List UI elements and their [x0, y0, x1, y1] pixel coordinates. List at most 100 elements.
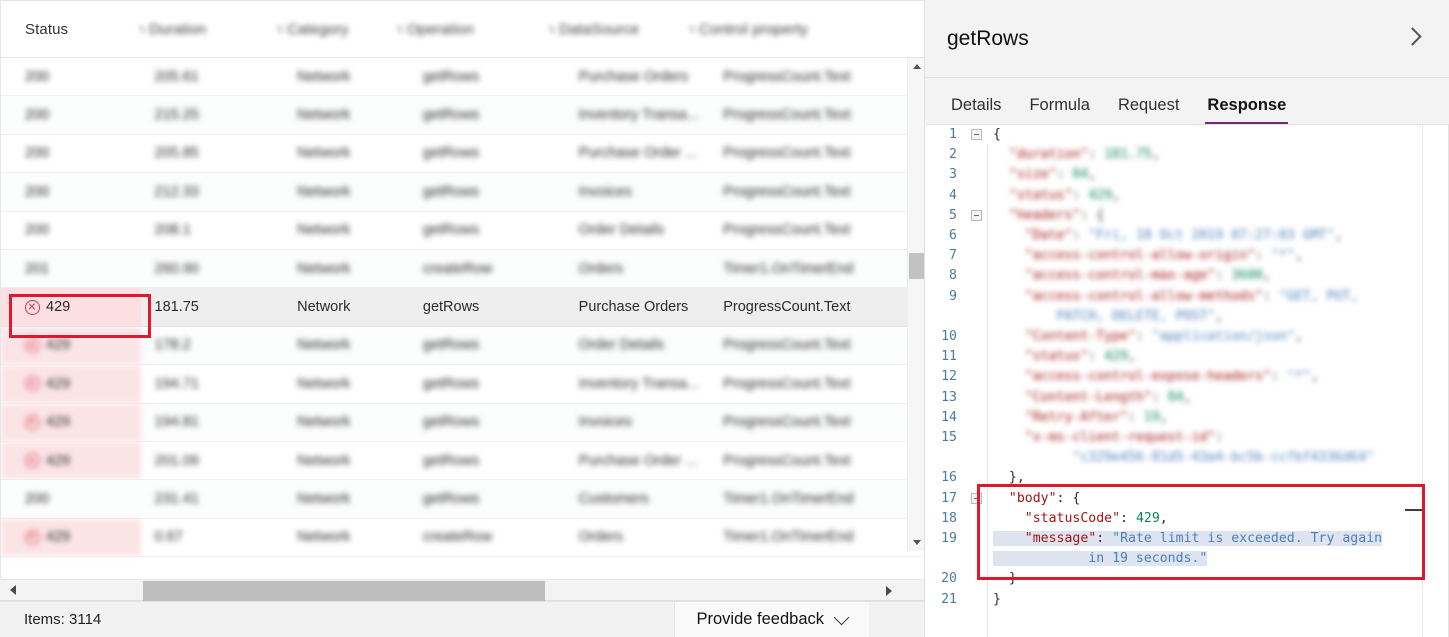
cell-status: 429: [1, 441, 142, 480]
table-body[interactable]: 200 205.61 Network getRows Purchase Orders Pr…: [1, 58, 924, 579]
token-num: 19: [1143, 409, 1160, 425]
table-row[interactable]: 200 212.33 Network getRows Invoices ProgressC…: [1, 173, 924, 212]
token-str: "application/json": [1151, 329, 1295, 345]
token-k: "body": [1008, 490, 1057, 506]
cell-datasource: Inventory Transa...: [578, 107, 699, 124]
fold-toggle-icon[interactable]: [965, 206, 987, 221]
collapse-box-icon[interactable]: [970, 209, 982, 221]
table-row[interactable]: 200 208.1 Network getRows Order Details Progr…: [1, 212, 924, 250]
table-row[interactable]: 200 215.25 Network getRows Inventory Transa.…: [1, 96, 924, 135]
token-k: "status": [1008, 187, 1073, 203]
details-panel-title: getRows: [947, 26, 1029, 50]
column-sort-icon[interactable]: ⇅: [393, 23, 407, 36]
collapse-box-icon[interactable]: [970, 492, 982, 504]
selected-code-text: "message": "Rate limit is exceeded. Try …: [993, 531, 1383, 547]
table-row[interactable]: 429 194.71 Network getRows Inventory Transa.…: [1, 365, 924, 404]
token-pun: :: [1072, 228, 1089, 244]
table-row[interactable]: 429 178.2 Network getRows Order Details Progr…: [1, 326, 924, 366]
code-line: 10 "Content-Type": "application/json",: [925, 327, 1449, 347]
fold-toggle-icon[interactable]: [965, 125, 987, 140]
token-k: "Retry-After": [1024, 409, 1128, 425]
code-line: 1{: [925, 125, 1449, 145]
scroll-right-arrow-icon[interactable]: [876, 580, 902, 602]
status-code-label: 429: [46, 337, 71, 354]
cell-datasource: Invoices: [578, 183, 632, 200]
table-row[interactable]: 429 181.75 Network getRows Purchase Orders Pr…: [1, 288, 924, 327]
fold-toggle-icon[interactable]: [965, 489, 987, 504]
tab-response[interactable]: Response: [1193, 96, 1300, 124]
horizontal-scroll-thumb[interactable]: [143, 581, 545, 601]
code-span: "access-control-allow-methods": "GET, PU…: [993, 289, 1358, 304]
column-sort-icon[interactable]: ⇅: [545, 23, 559, 36]
token-str: PATCH, DELETE, POST": [1056, 308, 1216, 324]
table-row[interactable]: 429 194.81 Network getRows Invoices ProgressC…: [1, 403, 924, 442]
column-sort-icon[interactable]: ⇅: [685, 23, 699, 36]
tab-formula[interactable]: Formula: [1015, 96, 1104, 124]
column-header-operation[interactable]: Operation: [407, 1, 545, 57]
table-row[interactable]: 429 0.67 Network createRow Orders Timer1.OnTi…: [1, 518, 924, 558]
response-code-viewer[interactable]: 1{2 "duration": 181.75, 3 "size": 84, 4 "s…: [925, 125, 1449, 637]
cell-control: ProgressCount.Text: [723, 222, 851, 239]
column-header-status[interactable]: Status: [1, 1, 135, 57]
table-row[interactable]: 200 205.85 Network getRows Purchase Order ..…: [1, 135, 924, 174]
table-vertical-scrollbar[interactable]: [907, 58, 924, 551]
cell-operation: getRows: [422, 375, 480, 392]
status-error-pill: 429: [25, 299, 70, 315]
token-pun: ,: [1159, 510, 1168, 526]
token-pun: :: [1072, 187, 1089, 203]
token-pun: :: [1120, 510, 1136, 526]
chevron-right-icon[interactable]: [1403, 26, 1422, 46]
cell-control: ProgressCount.Text: [723, 452, 851, 469]
code-span: "statusCode": 429,: [993, 511, 1168, 526]
column-header-control[interactable]: Control property: [699, 1, 899, 57]
column-header-duration[interactable]: Duration: [149, 1, 273, 57]
requests-table: Status ⇅ Duration ⇅ Category ⇅ Operation ⇅ DataS…: [0, 0, 924, 579]
table-row[interactable]: 429 201.09 Network getRows Purchase Order ..…: [1, 441, 924, 481]
table-row[interactable]: 201 260.90 Network createRow Orders Timer1.On…: [1, 249, 924, 289]
scroll-up-arrow-icon[interactable]: [908, 58, 924, 75]
column-sort-icon[interactable]: ⇅: [273, 23, 287, 36]
cell-category: Network: [297, 260, 351, 277]
collapse-box-icon[interactable]: [970, 129, 982, 140]
code-span: "c329e456-81d5-43a4-bc5b-ccfbf4336d64": [993, 450, 1374, 465]
column-header-category[interactable]: Category: [287, 1, 393, 57]
code-line: PATCH, DELETE, POST",: [925, 307, 1449, 327]
vertical-scroll-thumb[interactable]: [909, 253, 924, 279]
tab-details[interactable]: Details: [937, 96, 1015, 124]
line-number: 17: [941, 490, 957, 506]
status-code-label: 429: [46, 375, 71, 392]
cell-status: 429: [1, 403, 142, 441]
code-span: "Date": "Fri, 18 Oct 2019 07:27:03 GMT",: [993, 228, 1343, 244]
token-str: "Fri, 18 Oct 2019 07:27:03 GMT": [1088, 228, 1335, 244]
cell-category: Network: [297, 222, 351, 239]
status-code-label: 429: [46, 414, 71, 431]
token-pun: {: [993, 127, 1001, 142]
tab-request[interactable]: Request: [1104, 96, 1193, 124]
table-horizontal-scrollbar[interactable]: [0, 579, 924, 601]
column-header-datasource[interactable]: DataSource: [559, 1, 685, 57]
token-num: 429: [1135, 510, 1160, 526]
column-sort-icon[interactable]: ⇅: [135, 23, 149, 36]
cell-duration: 231.41: [154, 490, 199, 507]
line-number: 13: [941, 389, 957, 405]
cell-duration: 178.2: [154, 337, 191, 354]
token-k: "headers": [1008, 207, 1081, 223]
line-number: 5: [949, 207, 957, 223]
code-span: "Content-Type": "application/json",: [993, 329, 1303, 344]
line-number: 4: [949, 187, 957, 203]
table-row[interactable]: 200 205.61 Network getRows Purchase Orders Pr…: [1, 58, 924, 97]
scroll-down-arrow-icon[interactable]: [908, 534, 924, 551]
cell-category: Network: [297, 414, 351, 431]
token-str: "*": [1270, 248, 1295, 264]
line-number: 7: [949, 248, 957, 264]
token-pun: ,: [1159, 409, 1168, 425]
cell-status: 429: [1, 518, 142, 557]
code-line: 12 "access-control-expose-headers": "*",: [925, 367, 1449, 387]
table-row[interactable]: 200 231.41 Network getRows Customers Timer1.O…: [1, 480, 924, 519]
cell-operation: getRows: [422, 183, 480, 200]
scroll-left-arrow-icon[interactable]: [0, 579, 26, 601]
provide-feedback-button[interactable]: Provide feedback: [673, 602, 869, 637]
